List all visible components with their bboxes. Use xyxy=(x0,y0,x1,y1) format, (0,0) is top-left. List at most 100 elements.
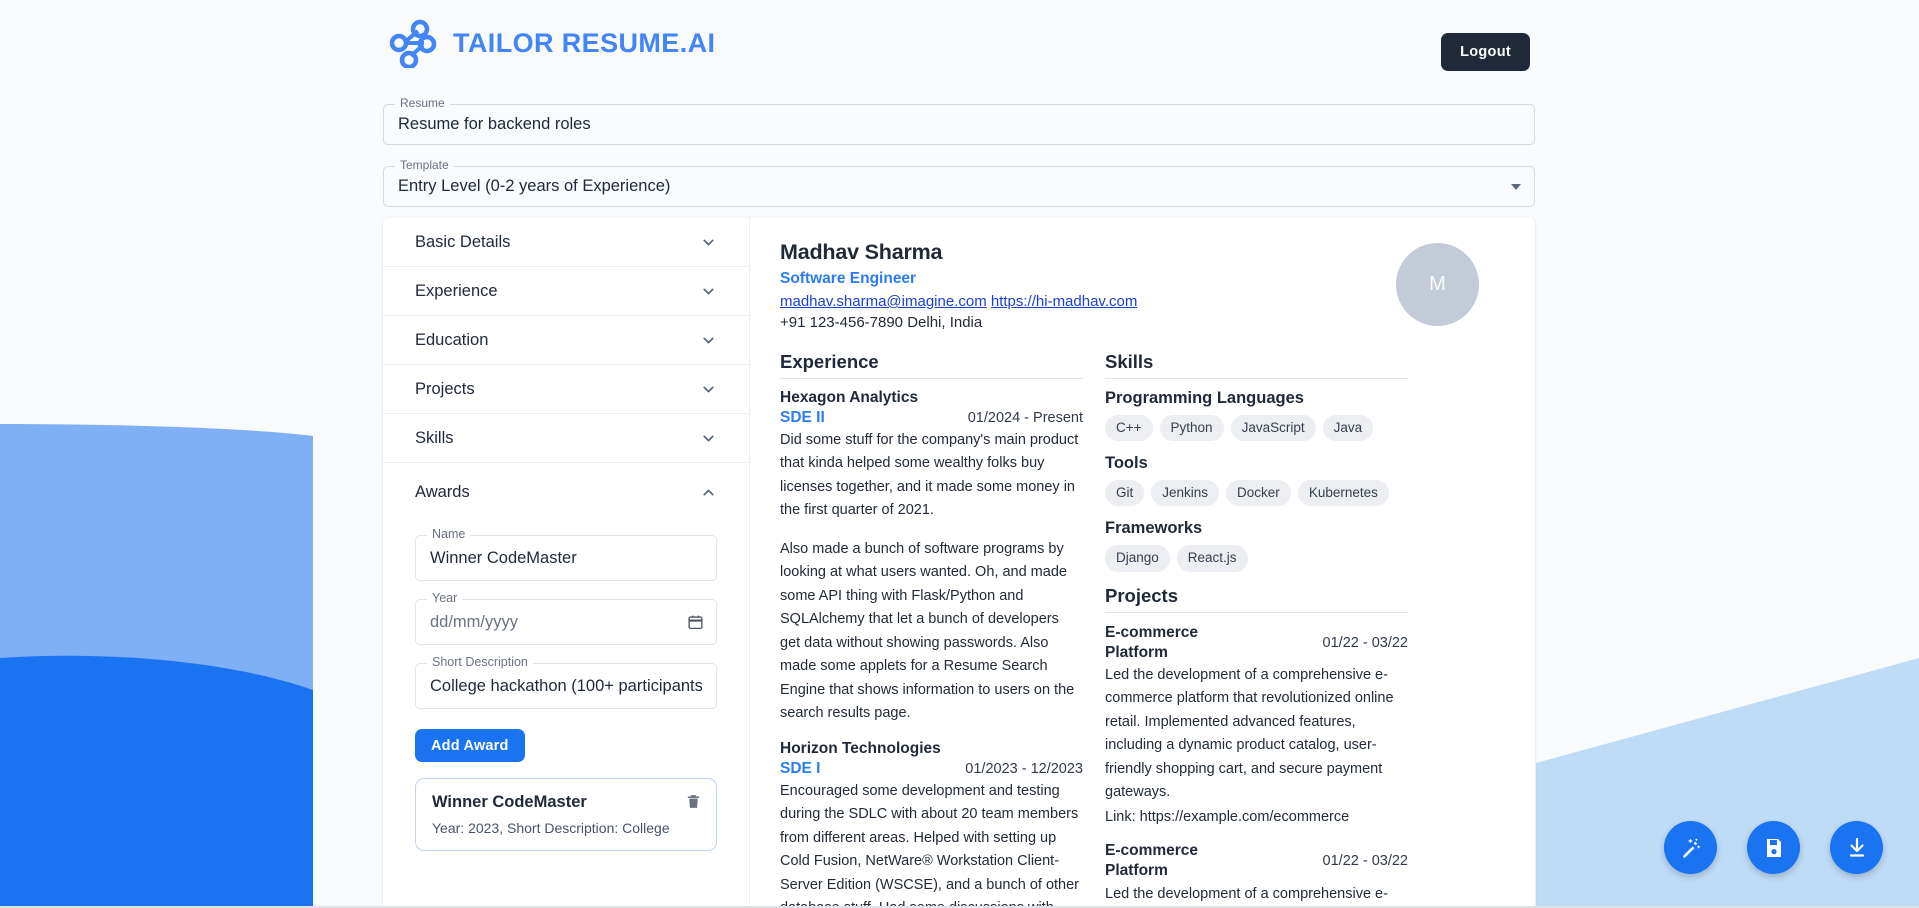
skill-group: Programming Languages C++ Python JavaScr… xyxy=(1105,389,1408,441)
magic-wand-icon xyxy=(1679,836,1703,860)
award-year-placeholder: dd/mm/yyyy xyxy=(430,613,518,632)
sidebar-item-education[interactable]: Education xyxy=(383,316,749,364)
job-date: 01/2023 - 12/2023 xyxy=(965,761,1083,777)
project-description: Led the development of a comprehensive e… xyxy=(1105,883,1408,906)
award-item-title: Winner CodeMaster xyxy=(432,793,700,812)
chevron-up-icon[interactable] xyxy=(700,484,717,501)
job-organization: Hexagon Analytics xyxy=(780,389,1083,407)
project-date: 01/22 - 03/22 xyxy=(1323,853,1408,869)
accordion-label: Education xyxy=(415,331,488,350)
resume-email-link[interactable]: madhav.sharma@imagine.com xyxy=(780,293,987,310)
app-header: TAILOR RESUME.AI Logout xyxy=(0,0,1919,88)
award-description-value: College hackathon (100+ participants) xyxy=(430,677,702,696)
resume-header: Madhav Sharma Software Engineer madhav.s… xyxy=(780,240,1505,331)
chevron-down-icon[interactable] xyxy=(700,234,717,251)
skill-chips: Django React.js xyxy=(1105,545,1408,571)
resume-name-field[interactable]: Resume Resume for backend roles xyxy=(383,104,1535,145)
skill-group: Tools Git Jenkins Docker Kubernetes xyxy=(1105,454,1408,506)
accordion-label: Basic Details xyxy=(415,233,510,252)
experience-item: Hexagon Analytics SDE II 01/2024 - Prese… xyxy=(780,389,1083,726)
resume-experience-column: Experience Hexagon Analytics SDE II 01/2… xyxy=(780,351,1083,908)
skill-chip: Jenkins xyxy=(1151,480,1219,506)
accordion-skills: Skills xyxy=(383,414,749,463)
job-meta: SDE I 01/2023 - 12/2023 xyxy=(780,760,1083,778)
logout-button[interactable]: Logout xyxy=(1441,33,1530,71)
main-card: Basic Details Experience Education Pro xyxy=(383,218,1535,908)
project-meta: E-commerce Platform 01/22 - 03/22 xyxy=(1105,623,1408,663)
add-award-button[interactable]: Add Award xyxy=(415,729,525,762)
accordion-label: Skills xyxy=(415,429,454,448)
sidebar-item-skills[interactable]: Skills xyxy=(383,414,749,462)
template-select[interactable]: Template Entry Level (0-2 years of Exper… xyxy=(383,166,1535,207)
job-organization: Horizon Technologies xyxy=(780,740,1083,758)
chevron-down-icon[interactable] xyxy=(700,430,717,447)
experience-heading: Experience xyxy=(780,351,1083,373)
award-list-item[interactable]: Winner CodeMaster Year: 2023, Short Desc… xyxy=(415,778,717,851)
calendar-icon[interactable] xyxy=(687,614,704,631)
sidebar-item-experience[interactable]: Experience xyxy=(383,267,749,315)
skill-group: Frameworks Django React.js xyxy=(1105,519,1408,571)
project-date: 01/22 - 03/22 xyxy=(1323,635,1408,651)
award-year-field[interactable]: Year dd/mm/yyyy xyxy=(415,599,717,645)
job-title: SDE I xyxy=(780,760,820,778)
top-form: Resume Resume for backend roles Template… xyxy=(383,104,1535,228)
project-item: E-commerce Platform 01/22 - 03/22 Led th… xyxy=(1105,841,1408,906)
save-button[interactable] xyxy=(1747,821,1800,874)
resume-name-label: Resume xyxy=(395,97,450,109)
skill-chip: React.js xyxy=(1177,545,1248,571)
avatar: M xyxy=(1396,243,1479,326)
trash-icon[interactable] xyxy=(685,792,702,811)
award-description-field[interactable]: Short Description College hackathon (100… xyxy=(415,663,717,709)
skill-group-title: Programming Languages xyxy=(1105,389,1408,408)
accordion-label: Experience xyxy=(415,282,498,301)
job-date: 01/2024 - Present xyxy=(968,410,1083,426)
project-name: E-commerce Platform xyxy=(1105,841,1255,881)
resume-website-link[interactable]: https://hi-madhav.com xyxy=(991,293,1137,310)
accordion-label: Projects xyxy=(415,380,475,399)
accordion-awards: Awards Name Winner CodeMaster Year dd/mm… xyxy=(383,463,749,871)
skill-group-title: Frameworks xyxy=(1105,519,1408,538)
job-description: Also made a bunch of software programs b… xyxy=(780,538,1083,726)
editor-panel: Basic Details Experience Education Pro xyxy=(383,218,750,908)
app-root: TAILOR RESUME.AI Logout Resume Resume fo… xyxy=(0,0,1919,908)
resume-contact: +91 123-456-7890 Delhi, India xyxy=(780,314,1137,331)
chevron-down-icon[interactable] xyxy=(1511,184,1521,190)
award-name-field[interactable]: Name Winner CodeMaster xyxy=(415,535,717,581)
skill-chips: C++ Python JavaScript Java xyxy=(1105,415,1408,441)
divider xyxy=(780,378,1083,379)
experience-item: Horizon Technologies SDE I 01/2023 - 12/… xyxy=(780,740,1083,908)
brand: TAILOR RESUME.AI xyxy=(389,18,715,68)
project-meta: E-commerce Platform 01/22 - 03/22 xyxy=(1105,841,1408,881)
sidebar-item-awards[interactable]: Awards xyxy=(383,463,749,521)
project-link: Link: https://example.com/ecommerce xyxy=(1105,806,1408,829)
skill-group-title: Tools xyxy=(1105,454,1408,473)
chevron-down-icon[interactable] xyxy=(700,381,717,398)
resume-name-value: Resume for backend roles xyxy=(398,115,591,134)
project-item: E-commerce Platform 01/22 - 03/22 Led th… xyxy=(1105,623,1408,830)
skill-chips: Git Jenkins Docker Kubernetes xyxy=(1105,480,1408,506)
job-title: SDE II xyxy=(780,409,825,427)
skill-chip: Kubernetes xyxy=(1298,480,1389,506)
skill-chip: JavaScript xyxy=(1231,415,1316,441)
resume-columns: Experience Hexagon Analytics SDE II 01/2… xyxy=(780,351,1505,908)
chevron-down-icon[interactable] xyxy=(700,332,717,349)
award-name-value: Winner CodeMaster xyxy=(430,549,577,568)
project-description: Led the development of a comprehensive e… xyxy=(1105,664,1408,805)
job-description: Did some stuff for the company's main pr… xyxy=(780,429,1083,523)
download-icon xyxy=(1845,836,1869,860)
award-description-label: Short Description xyxy=(427,656,533,669)
job-description: Encouraged some development and testing … xyxy=(780,780,1083,908)
resume-preview: Madhav Sharma Software Engineer madhav.s… xyxy=(750,218,1535,908)
resume-skills-projects-column: Skills Programming Languages C++ Python … xyxy=(1105,351,1408,908)
chevron-down-icon[interactable] xyxy=(700,283,717,300)
template-label: Template xyxy=(395,159,454,171)
skill-chip: Docker xyxy=(1226,480,1291,506)
skill-chip: Python xyxy=(1160,415,1224,441)
resume-identity: Madhav Sharma Software Engineer madhav.s… xyxy=(780,240,1137,331)
tailor-with-ai-button[interactable] xyxy=(1664,821,1717,874)
skill-chip: C++ xyxy=(1105,415,1153,441)
sidebar-item-projects[interactable]: Projects xyxy=(383,365,749,413)
download-button[interactable] xyxy=(1830,821,1883,874)
network-share-icon xyxy=(389,18,439,68)
floating-action-buttons xyxy=(1664,821,1883,874)
